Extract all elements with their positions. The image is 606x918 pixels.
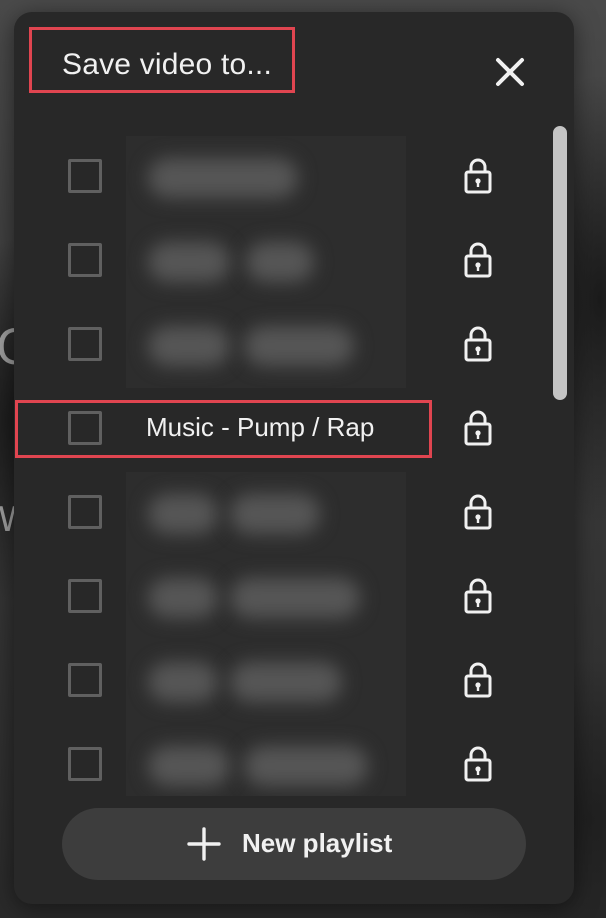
playlist-checkbox[interactable] (68, 579, 102, 613)
playlist-checkbox[interactable] (68, 495, 102, 529)
playlist-row[interactable] (14, 472, 554, 556)
playlist-name: Music - Pump / Rap (146, 412, 375, 442)
blurred-playlist-name (126, 640, 406, 724)
blurred-playlist-name (126, 136, 406, 220)
lock-icon (462, 576, 494, 616)
dialog-title: Save video to... (62, 48, 272, 81)
playlist-row[interactable] (14, 304, 554, 388)
blurred-playlist-name (126, 220, 406, 304)
list-scrollbar[interactable] (553, 126, 567, 400)
playlist-checkbox[interactable] (68, 159, 102, 193)
playlist-list: Music - Pump / Rap (14, 136, 554, 796)
playlist-checkbox[interactable] (68, 243, 102, 277)
new-playlist-label: New playlist (242, 828, 393, 858)
lock-icon (462, 156, 494, 196)
lock-icon (462, 240, 494, 280)
new-playlist-button[interactable]: New playlist (62, 808, 526, 880)
lock-icon (462, 660, 494, 700)
blurred-playlist-name (126, 724, 406, 796)
lock-icon (462, 744, 494, 784)
lock-icon (462, 408, 494, 448)
playlist-row[interactable] (14, 136, 554, 220)
plus-icon (186, 826, 222, 862)
playlist-row[interactable] (14, 556, 554, 640)
close-button[interactable] (488, 50, 532, 94)
playlist-row[interactable] (14, 220, 554, 304)
playlist-row[interactable] (14, 724, 554, 796)
playlist-checkbox[interactable] (68, 747, 102, 781)
save-to-playlist-dialog: Save video to... Music - Pump / Rap New … (14, 12, 574, 904)
playlist-row[interactable] (14, 640, 554, 724)
lock-icon (462, 492, 494, 532)
blurred-playlist-name (126, 556, 406, 640)
playlist-checkbox[interactable] (68, 327, 102, 361)
blurred-playlist-name (126, 472, 406, 556)
lock-icon (462, 324, 494, 364)
blurred-playlist-name (126, 304, 406, 388)
playlist-row-music-pump-rap[interactable]: Music - Pump / Rap (14, 388, 554, 472)
close-icon (488, 58, 532, 98)
playlist-checkbox[interactable] (68, 411, 102, 445)
playlist-checkbox[interactable] (68, 663, 102, 697)
